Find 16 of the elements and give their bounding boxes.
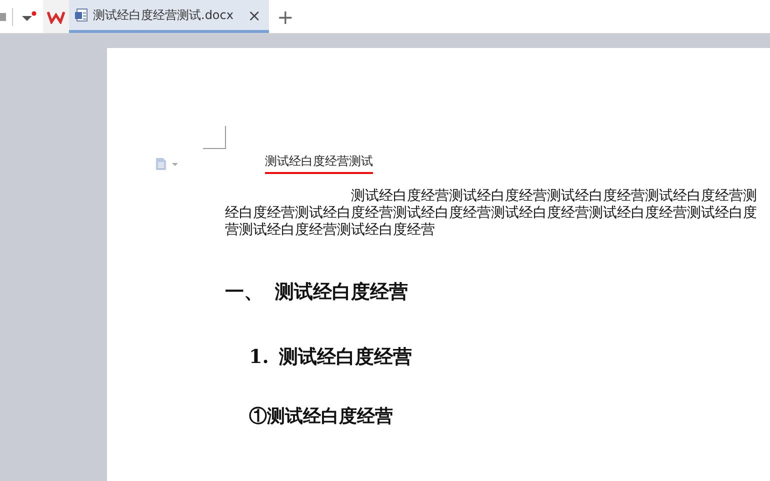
heading: ①测试经白度经营 — [248, 405, 394, 428]
close-tab-button[interactable]: × — [244, 6, 265, 24]
document-tab[interactable]: 测试经白度经营测试.docx × — [69, 0, 269, 33]
heading: 1. 测试经白度经营 — [248, 345, 413, 370]
paragraph-line: 测试经白度经营测试经白度经营测试经白度经营测试经白度经营测 — [350, 188, 758, 205]
document-title: 测试经白度经营测试 — [265, 153, 373, 174]
app-logo-icon[interactable] — [47, 10, 65, 24]
paragraph-layout-icon[interactable] — [155, 156, 179, 170]
new-tab-button[interactable]: + — [277, 4, 294, 28]
document-icon — [74, 8, 88, 22]
dropdown-caret-icon[interactable] — [21, 10, 37, 22]
paragraph-line: 营测试经白度经营测试经白度经营 — [225, 222, 436, 239]
margin-corner-mark — [203, 126, 226, 149]
paragraph-line: 经白度经营测试经白度经营测试经白度经营测试经白度经营测试经白度经营测试经白度 — [225, 205, 758, 222]
heading: 一、 测试经白度经营 — [225, 280, 409, 305]
toolbar-icon[interactable] — [0, 10, 8, 22]
